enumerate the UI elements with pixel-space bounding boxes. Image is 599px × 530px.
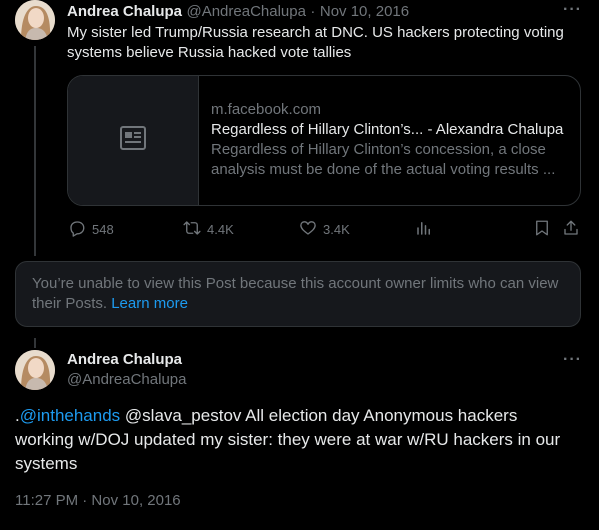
author-name[interactable]: Andrea Chalupa <box>67 351 182 368</box>
card-body: m.facebook.com Regardless of Hillary Cli… <box>211 100 568 180</box>
author-name[interactable]: Andrea Chalupa <box>67 3 182 20</box>
tweet-text-line: working w/DOJ updated my sister: they we… <box>15 430 561 449</box>
learn-more-link[interactable]: Learn more <box>111 295 188 312</box>
mention-link[interactable]: @inthehands <box>20 406 120 425</box>
heart-icon <box>299 219 317 240</box>
author-handle[interactable]: @AndreaChalupa <box>186 3 305 20</box>
tweet-timestamp[interactable]: 11:27 PM · Nov 10, 2016 <box>15 492 181 509</box>
repost-button[interactable]: 4.4K <box>183 219 234 240</box>
card-description-line: analysis must be done of the actual voti… <box>211 161 556 178</box>
tweet-date[interactable]: Nov 10, 2016 <box>320 3 409 20</box>
more-options-button[interactable]: ··· <box>563 351 582 369</box>
tweet-text-line: My sister led Trump/Russia research at D… <box>67 24 564 41</box>
tweet-text-line: systems <box>15 454 78 473</box>
reply-button[interactable]: 548 <box>68 219 114 240</box>
tweet-text: .@inthehands @slava_pestov All election … <box>15 404 590 476</box>
tweet-text: My sister led Trump/Russia research at D… <box>67 23 587 63</box>
bookmark-button[interactable] <box>533 219 551 240</box>
avatar[interactable] <box>15 350 55 390</box>
card-description: Regardless of Hillary Clinton’s concessi… <box>211 140 568 180</box>
like-count: 3.4K <box>323 222 350 237</box>
restricted-post-notice: You’re unable to view this Post because … <box>15 261 581 327</box>
thread-line <box>34 46 36 256</box>
views-icon <box>415 219 433 240</box>
author-handle[interactable]: @AndreaChalupa <box>67 371 186 388</box>
more-options-button[interactable]: ··· <box>563 1 582 19</box>
tweet-header: Andrea Chalupa @AndreaChalupa · Nov 10, … <box>67 3 409 21</box>
text-segment: @slava_pestov All election day Anonymous… <box>120 406 518 425</box>
avatar[interactable] <box>15 0 55 40</box>
card-description-line: Regardless of Hillary Clinton’s concessi… <box>211 141 546 158</box>
link-card[interactable]: m.facebook.com Regardless of Hillary Cli… <box>67 75 581 206</box>
share-button[interactable] <box>562 219 580 240</box>
reply-icon <box>68 219 86 240</box>
repost-count: 4.4K <box>207 222 234 237</box>
repost-icon <box>183 219 201 240</box>
article-icon <box>120 126 146 155</box>
views-button[interactable] <box>415 219 433 240</box>
share-icon <box>562 219 580 240</box>
thread-connector <box>34 338 36 348</box>
card-domain: m.facebook.com <box>211 101 322 118</box>
like-button[interactable]: 3.4K <box>299 219 350 240</box>
card-thumbnail <box>68 76 199 205</box>
tweet-text-line: systems believe Russia hacked vote talli… <box>67 44 352 61</box>
tweet-text-line: .@inthehands @slava_pestov All election … <box>15 404 590 428</box>
bookmark-icon <box>533 219 551 240</box>
separator: · <box>310 3 316 20</box>
card-title: Regardless of Hillary Clinton’s... - Ale… <box>211 121 564 138</box>
reply-count: 548 <box>92 222 114 237</box>
